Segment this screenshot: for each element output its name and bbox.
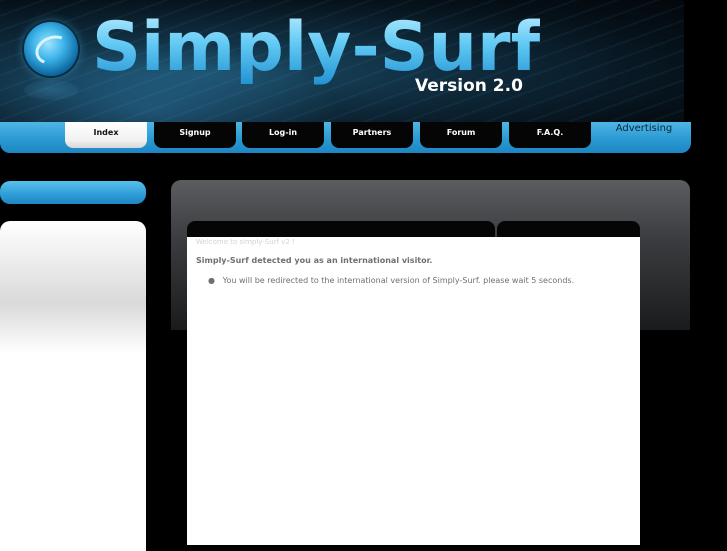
nav-tab-faq[interactable]: F.A.Q. (509, 122, 591, 148)
nav-tab-partners[interactable]: Partners (331, 122, 413, 148)
redirect-list-item: ● You will be redirected to the internat… (208, 276, 574, 285)
surf-orb-icon[interactable] (24, 22, 78, 76)
bullet-icon: ● (208, 276, 215, 285)
logo-reflection (24, 80, 78, 100)
redirect-message: You will be redirected to the internatio… (222, 276, 575, 285)
advertising-label: Advertising (615, 123, 673, 134)
site-version: Version 2.0 (415, 76, 523, 96)
sidebar-header-bar (0, 181, 146, 204)
nav-tab-index[interactable]: Index (65, 122, 147, 148)
welcome-text: Welcome to simply-Surf v2 ! (196, 238, 295, 246)
detected-message: Simply-Surf detected you as an internati… (196, 256, 433, 265)
nav-tab-signup[interactable]: Signup (154, 122, 236, 148)
sidebar-box (0, 221, 146, 551)
site-header: Simply-Surf Version 2.0 (0, 0, 684, 122)
nav-tab-log-in[interactable]: Log-in (242, 122, 324, 148)
nav-tab-forum[interactable]: Forum (420, 122, 502, 148)
